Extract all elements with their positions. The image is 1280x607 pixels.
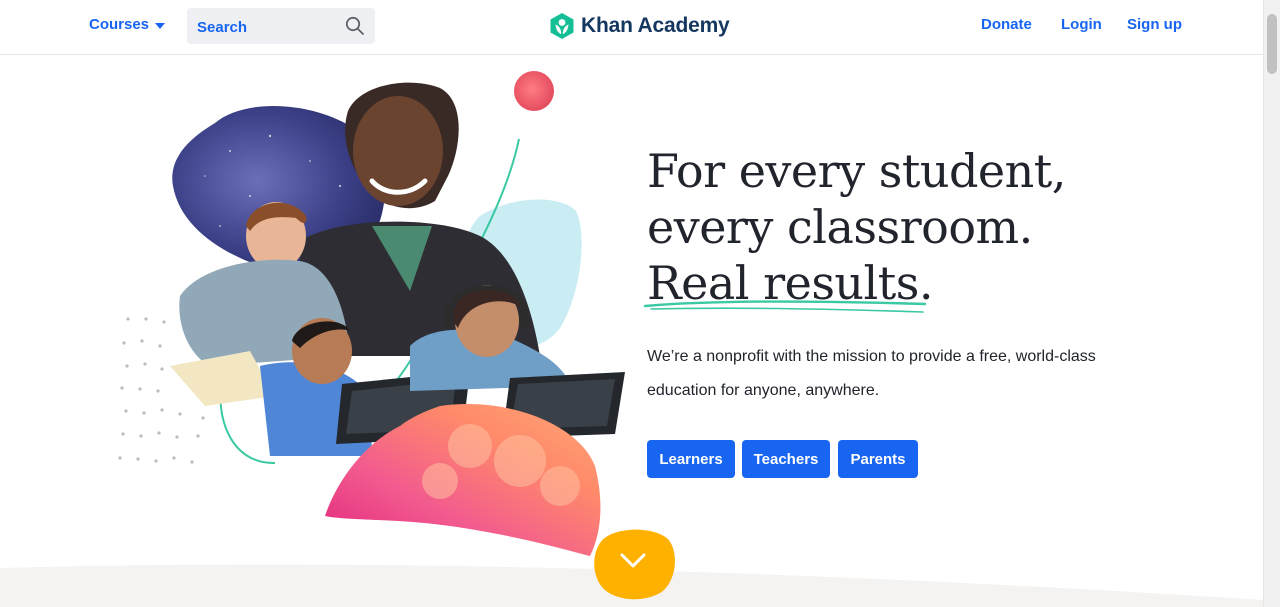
scroll-down-button[interactable]	[590, 525, 678, 601]
courses-label: Courses	[89, 16, 150, 33]
khan-academy-logo[interactable]: Khan Academy	[549, 12, 730, 40]
courses-menu-button[interactable]: Courses	[89, 16, 166, 33]
chevron-down-icon	[155, 22, 166, 29]
mission-statement: We’re a nonprofit with the mission to pr…	[647, 348, 1096, 399]
top-navigation-bar: Courses Khan Academy Donate Login Sign u…	[0, 0, 1264, 55]
teachers-button[interactable]: Teachers	[742, 440, 830, 478]
page-scrollbar[interactable]	[1263, 0, 1280, 607]
headline-line-1: For every student,	[647, 144, 1066, 198]
login-link[interactable]: Login	[1061, 16, 1102, 33]
headline-underline-decoration	[643, 300, 927, 313]
hero-headline: For every student, every classroom. Real…	[647, 143, 1066, 311]
parents-button[interactable]: Parents	[838, 440, 918, 478]
search-input[interactable]	[187, 8, 349, 46]
khan-logo-icon	[550, 13, 574, 39]
donate-link[interactable]: Donate	[981, 16, 1032, 33]
headline-line-2: every classroom.	[647, 200, 1033, 254]
search-box[interactable]	[187, 8, 375, 46]
search-icon[interactable]	[345, 16, 365, 36]
logo-text: Khan Academy	[581, 14, 730, 37]
signup-link[interactable]: Sign up	[1127, 16, 1182, 33]
scrollbar-thumb[interactable]	[1267, 14, 1277, 74]
learners-button[interactable]: Learners	[647, 440, 735, 478]
